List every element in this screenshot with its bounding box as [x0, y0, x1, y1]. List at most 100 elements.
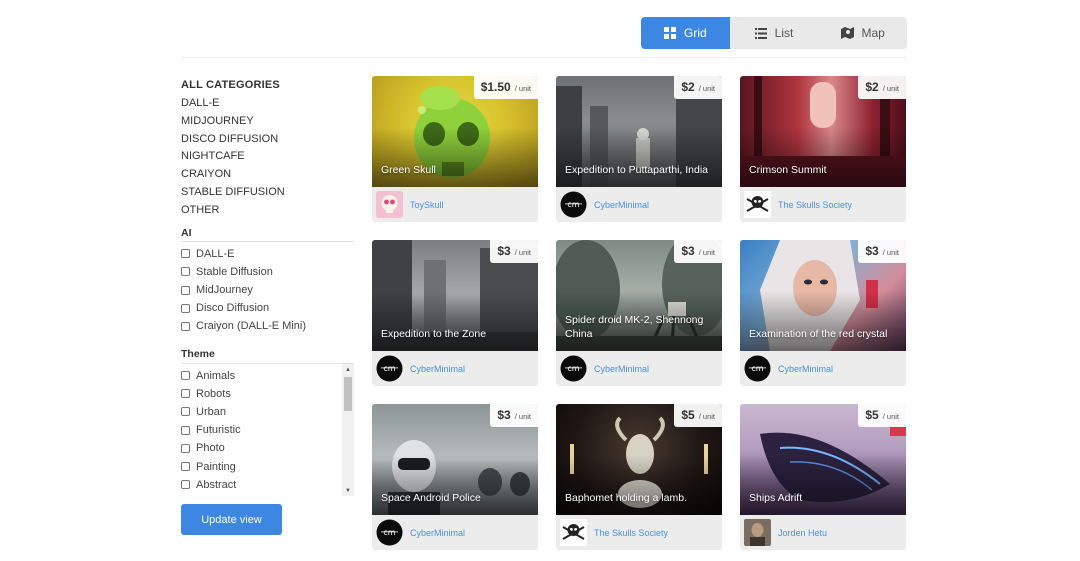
checkbox[interactable]	[181, 425, 190, 435]
checkbox[interactable]	[181, 285, 190, 295]
category-dall-e[interactable]: DALL-E	[181, 94, 355, 112]
author-link[interactable]: The Skulls Society	[778, 200, 852, 210]
avatar[interactable]: cm	[560, 191, 587, 218]
image-shade	[372, 455, 538, 515]
product-image[interactable]: Spider droid MK-2, Shennong China $3/ un…	[556, 240, 722, 351]
product-image[interactable]: Space Android Police $3/ unit	[372, 404, 538, 515]
theme-option-partial[interactable]	[181, 494, 354, 496]
avatar[interactable]	[376, 191, 403, 218]
checkbox[interactable]	[181, 371, 190, 381]
price-amount: $3	[681, 244, 695, 258]
map-view-button[interactable]: Map	[818, 17, 907, 49]
product-image[interactable]: Crimson Summit $2/ unit	[740, 76, 906, 187]
ai-filter-divider	[181, 240, 354, 242]
ai-option-disco-diffusion[interactable]: Disco Diffusion	[181, 299, 355, 317]
product-card[interactable]: Expedition to the Zone $3/ unit cm Cyber…	[372, 240, 538, 386]
author-link[interactable]: CyberMinimal	[410, 528, 465, 538]
list-icon	[754, 27, 767, 39]
theme-option-abstract[interactable]: Abstract	[181, 476, 354, 494]
category-disco-diffusion[interactable]: DISCO DIFFUSION	[181, 130, 355, 148]
all-categories-link[interactable]: ALL CATEGORIES	[181, 77, 355, 94]
author-link[interactable]: The Skulls Society	[594, 528, 668, 538]
card-title: Expedition to the Zone	[381, 328, 487, 340]
avatar[interactable]: cm	[376, 355, 403, 382]
product-card[interactable]: Green Skull $1.50/ unit ToySkull	[372, 76, 538, 222]
product-card[interactable]: Spider droid MK-2, Shennong China $3/ un…	[556, 240, 722, 386]
product-grid: Green Skull $1.50/ unit ToySkull Expedit…	[372, 76, 907, 551]
checkbox[interactable]	[181, 267, 190, 277]
card-footer: cm CyberMinimal	[372, 351, 538, 386]
ai-option-label: MidJourney	[196, 284, 253, 297]
theme-option-label: Futuristic	[196, 424, 241, 437]
avatar[interactable]: cm	[376, 519, 403, 546]
product-image[interactable]: Expedition to Puttaparthi, India $2/ uni…	[556, 76, 722, 187]
product-card[interactable]: Baphomet holding a lamb. $5/ unit The Sk…	[556, 404, 722, 550]
scroll-up-arrow-icon[interactable]: ▲	[342, 364, 354, 376]
product-image[interactable]: Ships Adrift $5/ unit	[740, 404, 906, 515]
product-card[interactable]: Expedition to Puttaparthi, India $2/ uni…	[556, 76, 722, 222]
product-card[interactable]: Examination of the red crystal $3/ unit …	[740, 240, 906, 386]
theme-filter-title: Theme	[181, 347, 215, 360]
checkbox[interactable]	[181, 321, 190, 331]
product-image[interactable]: Expedition to the Zone $3/ unit	[372, 240, 538, 351]
list-view-button[interactable]: List	[730, 17, 819, 49]
toyskull-avatar-icon	[376, 191, 403, 218]
checkbox[interactable]	[181, 303, 190, 313]
author-link[interactable]: CyberMinimal	[410, 364, 465, 374]
price-amount: $5	[865, 408, 879, 422]
theme-option-robots[interactable]: Robots	[181, 385, 354, 403]
theme-option-painting[interactable]: Painting	[181, 457, 354, 475]
theme-option-animals[interactable]: Animals	[181, 367, 354, 385]
avatar[interactable]: cm	[560, 355, 587, 382]
checkbox[interactable]	[181, 480, 190, 490]
category-craiyon[interactable]: CRAIYON	[181, 165, 355, 183]
card-footer: cm CyberMinimal	[740, 351, 906, 386]
checkbox[interactable]	[181, 389, 190, 399]
author-link[interactable]: Jorden Hetu	[778, 528, 827, 538]
author-link[interactable]: CyberMinimal	[778, 364, 833, 374]
checkbox[interactable]	[181, 407, 190, 417]
theme-option-label: Painting	[196, 460, 236, 473]
theme-list-box[interactable]: Animals Robots Urban Futuristic Photo Pa…	[181, 362, 354, 496]
price-tag: $3/ unit	[490, 404, 538, 427]
scroll-thumb[interactable]	[344, 376, 352, 411]
author-link[interactable]: CyberMinimal	[594, 200, 649, 210]
view-toggle: Grid List Map	[641, 17, 907, 49]
ai-option-craiyon[interactable]: Craiyon (DALL-E Mini)	[181, 317, 355, 335]
category-other[interactable]: OTHER	[181, 201, 355, 219]
checkbox[interactable]	[181, 249, 190, 259]
product-image[interactable]: Examination of the red crystal $3/ unit	[740, 240, 906, 351]
category-stable-diffusion[interactable]: STABLE DIFFUSION	[181, 183, 355, 201]
theme-option-urban[interactable]: Urban	[181, 403, 354, 421]
theme-option-futuristic[interactable]: Futuristic	[181, 421, 354, 439]
avatar[interactable]	[744, 191, 771, 218]
ai-option-stable-diffusion[interactable]: Stable Diffusion	[181, 263, 355, 281]
author-link[interactable]: ToySkull	[410, 200, 444, 210]
ai-option-dall-e[interactable]: DALL-E	[181, 245, 355, 263]
category-nightcafe[interactable]: NIGHTCAFE	[181, 147, 355, 165]
cyberminimal-logo-icon: cm	[560, 191, 587, 218]
product-image[interactable]: Green Skull $1.50/ unit	[372, 76, 538, 187]
product-card[interactable]: Crimson Summit $2/ unit The Skulls Socie…	[740, 76, 906, 222]
product-card[interactable]: Ships Adrift $5/ unit Jorden Hetu	[740, 404, 906, 550]
avatar[interactable]	[744, 519, 771, 546]
checkbox[interactable]	[181, 443, 190, 453]
product-card[interactable]: Space Android Police $3/ unit cm CyberMi…	[372, 404, 538, 550]
category-midjourney[interactable]: MIDJOURNEY	[181, 112, 355, 130]
price-unit: / unit	[514, 248, 531, 257]
ai-option-midjourney[interactable]: MidJourney	[181, 281, 355, 299]
price-unit: / unit	[698, 412, 715, 421]
theme-option-photo[interactable]: Photo	[181, 439, 354, 457]
price-tag: $2/ unit	[858, 76, 906, 99]
price-amount: $3	[865, 244, 879, 258]
avatar[interactable]	[560, 519, 587, 546]
scroll-down-arrow-icon[interactable]: ▼	[342, 485, 354, 496]
theme-scrollbar[interactable]: ▲ ▼	[342, 363, 354, 496]
product-image[interactable]: Baphomet holding a lamb. $5/ unit	[556, 404, 722, 515]
author-link[interactable]: CyberMinimal	[594, 364, 649, 374]
price-tag: $3/ unit	[858, 240, 906, 263]
checkbox[interactable]	[181, 462, 190, 472]
grid-view-button[interactable]: Grid	[641, 17, 730, 49]
avatar[interactable]: cm	[744, 355, 771, 382]
update-view-button[interactable]: Update view	[181, 504, 282, 535]
